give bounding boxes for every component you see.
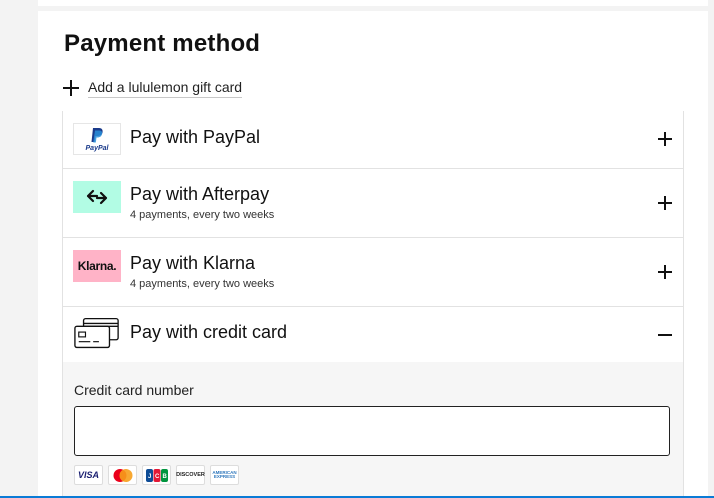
afterpay-logo	[73, 181, 121, 213]
svg-text:C: C	[155, 474, 160, 480]
klarna-logo-text: Klarna.	[77, 259, 117, 273]
amex-icon: AMERICAN EXPRESS	[210, 465, 239, 485]
visa-icon: VISA	[74, 465, 103, 485]
plus-icon	[62, 79, 80, 97]
svg-text:B: B	[162, 474, 167, 480]
discover-icon: DISCOVER	[176, 465, 205, 485]
payment-methods-list: PayPal Pay with PayPal Pay with Afterpay…	[62, 111, 684, 363]
add-gift-card-link[interactable]: Add a lululemon gift card	[62, 78, 243, 98]
credit-card-icon	[73, 317, 121, 350]
payment-method-paypal[interactable]: PayPal Pay with PayPal	[63, 111, 683, 169]
afterpay-label: Pay with Afterpay	[130, 184, 270, 204]
credit-card-number-input[interactable]	[74, 406, 670, 456]
paypal-logo-text: PayPal	[85, 144, 109, 152]
svg-text:J: J	[148, 474, 151, 480]
gift-card-link-text: Add a lululemon gift card	[88, 79, 243, 98]
expand-afterpay-icon[interactable]	[657, 195, 673, 211]
credit-card-label: Pay with credit card	[130, 322, 288, 342]
top-strip	[38, 0, 708, 6]
afterpay-subtitle: 4 payments, every two weeks	[130, 209, 275, 221]
credit-card-form: Credit card number VISA J C B DISCOVER A…	[62, 362, 684, 498]
paypal-logo: PayPal	[73, 123, 121, 155]
payment-panel: Payment method Add a lululemon gift card…	[38, 11, 708, 498]
accepted-cards: VISA J C B DISCOVER AMERICAN EXPRESS	[74, 465, 239, 485]
expand-klarna-icon[interactable]	[657, 264, 673, 280]
afterpay-arrows-icon	[86, 189, 108, 205]
mastercard-icon	[108, 465, 137, 485]
paypal-label: Pay with PayPal	[130, 127, 261, 147]
page-title: Payment method	[64, 30, 261, 57]
klarna-subtitle: 4 payments, every two weeks	[130, 278, 275, 290]
credit-card-number-label: Credit card number	[74, 382, 194, 398]
klarna-label: Pay with Klarna	[130, 253, 256, 273]
paypal-p-icon	[91, 127, 103, 142]
collapse-credit-card-icon[interactable]	[657, 327, 673, 343]
klarna-logo: Klarna.	[73, 250, 121, 282]
expand-paypal-icon[interactable]	[657, 131, 673, 147]
jcb-icon: J C B	[142, 465, 171, 485]
payment-method-credit-card[interactable]: Pay with credit card	[63, 307, 683, 363]
payment-method-afterpay[interactable]: Pay with Afterpay 4 payments, every two …	[63, 169, 683, 238]
payment-method-klarna[interactable]: Klarna. Pay with Klarna 4 payments, ever…	[63, 238, 683, 307]
